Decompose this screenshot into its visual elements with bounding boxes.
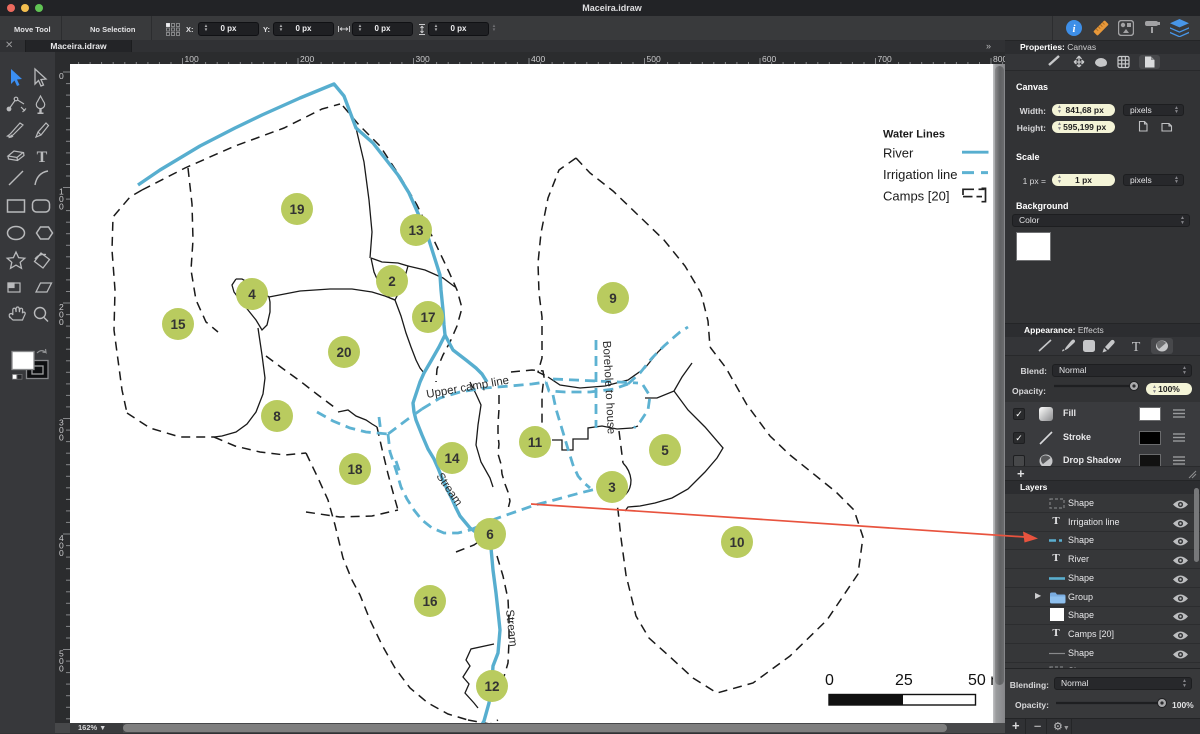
svg-text:0: 0 — [59, 548, 64, 558]
svg-text:0: 0 — [59, 317, 64, 327]
svg-text:18: 18 — [347, 462, 363, 477]
svg-text:6: 6 — [486, 527, 494, 542]
svg-text:8: 8 — [273, 409, 281, 424]
svg-text:4: 4 — [248, 287, 256, 302]
svg-text:Irrigation line: Irrigation line — [883, 167, 957, 182]
svg-text:800: 800 — [993, 54, 1005, 64]
svg-text:0: 0 — [825, 672, 834, 689]
svg-text:T: T — [1132, 340, 1141, 355]
svg-text:0: 0 — [59, 433, 64, 443]
svg-text:T: T — [37, 149, 48, 166]
svg-text:20: 20 — [336, 345, 351, 360]
svg-text:Stream: Stream — [503, 609, 519, 647]
svg-text:12: 12 — [484, 679, 499, 694]
svg-text:Borehole to house: Borehole to house — [600, 341, 617, 435]
svg-text:19: 19 — [289, 202, 304, 217]
svg-text:400: 400 — [531, 54, 545, 64]
svg-text:700: 700 — [878, 54, 892, 64]
svg-text:0: 0 — [59, 202, 64, 212]
svg-text:Camps [20]: Camps [20] — [883, 189, 949, 204]
svg-text:100: 100 — [185, 54, 199, 64]
svg-text:River: River — [883, 146, 914, 161]
svg-text:15: 15 — [170, 317, 186, 332]
svg-text:0: 0 — [59, 71, 64, 81]
svg-text:2: 2 — [388, 274, 396, 289]
svg-text:16: 16 — [422, 594, 438, 609]
svg-text:Water Lines: Water Lines — [883, 129, 945, 141]
svg-text:Stream: Stream — [434, 471, 465, 508]
svg-text:Upper camp line: Upper camp line — [425, 375, 510, 401]
svg-text:0: 0 — [59, 664, 64, 674]
svg-text:9: 9 — [609, 291, 617, 306]
svg-text:50 m: 50 m — [968, 672, 993, 689]
svg-text:13: 13 — [408, 223, 424, 238]
svg-text:5: 5 — [661, 443, 669, 458]
svg-text:14: 14 — [444, 451, 460, 466]
svg-text:17: 17 — [420, 310, 435, 325]
svg-text:25: 25 — [895, 672, 913, 689]
svg-text:11: 11 — [528, 435, 543, 450]
svg-text:200: 200 — [300, 54, 314, 64]
svg-text:300: 300 — [416, 54, 430, 64]
svg-text:600: 600 — [762, 54, 776, 64]
svg-text:500: 500 — [647, 54, 661, 64]
svg-text:3: 3 — [608, 480, 616, 495]
